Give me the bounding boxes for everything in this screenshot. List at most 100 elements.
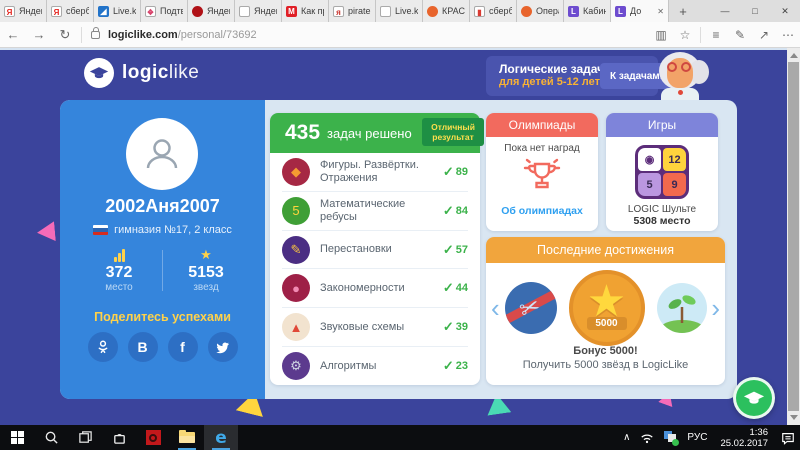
minimize-button[interactable]: — (710, 0, 740, 22)
browser-tab[interactable]: Яндекс (188, 0, 235, 22)
scroll-down-icon[interactable] (790, 415, 798, 420)
category-icon: ◆ (282, 157, 310, 186)
window-favicon (380, 5, 391, 17)
task-category-row[interactable]: 5 Математические ребусы ✓ 84 (282, 190, 468, 230)
logo-text-light: like (168, 62, 200, 83)
category-solved-count: ✓ 39 (443, 319, 468, 335)
user-school: гимназия №17, 2 класс (60, 224, 265, 236)
close-button[interactable]: ✕ (770, 0, 800, 22)
browser-tab[interactable]: L До ✕ (611, 0, 669, 22)
logiclike-page: logiclike Логические задачи для детей 5-… (0, 48, 800, 425)
tab-title: Яндекс (207, 6, 230, 16)
tab-close-icon[interactable]: ✕ (657, 7, 664, 16)
task-category-row[interactable]: ● Закономерности ✓ 44 (282, 268, 468, 307)
file-explorer-button[interactable] (170, 425, 204, 450)
task-view-icon (78, 431, 92, 443)
page-scrollbar[interactable] (787, 48, 800, 425)
task-category-row[interactable]: ▲ Звуковые схемы ✓ 39 (282, 307, 468, 346)
more-icon[interactable]: ⋯ (776, 28, 800, 42)
share-icon[interactable]: ↗ (752, 28, 776, 42)
browser-tab[interactable]: Я Яндекс (0, 0, 47, 22)
logo-text: logiclike (122, 62, 199, 84)
reading-view-icon[interactable]: ▥ (649, 28, 673, 42)
task-category-row[interactable]: ✎ Перестановки ✓ 57 (282, 229, 468, 269)
trophy-icon (523, 158, 561, 189)
category-label: Фигуры. Развёртки. Отражения (320, 158, 419, 184)
show-hidden-icons[interactable]: ∧ (618, 432, 635, 443)
maximize-button[interactable]: □ (740, 0, 770, 22)
browser-tab[interactable]: L Кабин (564, 0, 611, 22)
support-chat-button[interactable] (733, 377, 775, 419)
profile-panel: 2002Аня2007 гимназия №17, 2 класс 372 ме… (60, 100, 265, 399)
browser-tab[interactable]: Live.ka (376, 0, 423, 22)
hub-icon[interactable]: ≡ (704, 28, 728, 42)
refresh-icon[interactable]: ↻ (52, 27, 78, 43)
banner-subtitle: для детей 5-12 лет (499, 76, 600, 88)
vkontakte-icon: B (137, 339, 148, 355)
browser-tab[interactable]: я pirate's (329, 0, 376, 22)
about-olympiads-link[interactable]: Об олимпиадах (486, 205, 598, 217)
new-tab-button[interactable]: + (669, 0, 697, 22)
task-category-row[interactable]: ⚙ Алгоритмы ✓ 23 (282, 346, 468, 385)
browser-tab[interactable]: ❖ Подтв (141, 0, 188, 22)
store-bag-icon (113, 434, 125, 444)
sprout-icon (659, 295, 704, 333)
tab-title: До (630, 6, 642, 16)
check-icon: ✓ (442, 319, 454, 335)
stars-label: звезд (193, 282, 219, 293)
search-button[interactable] (34, 425, 68, 450)
scrollbar-thumb[interactable] (788, 62, 799, 411)
carousel-next-icon[interactable]: › (711, 295, 720, 321)
check-icon: ✓ (442, 163, 454, 179)
browser-tab[interactable]: M Как пр (282, 0, 329, 22)
browser-tab[interactable]: ◢ Live.ka (94, 0, 141, 22)
share-vkontakte-button[interactable]: B (127, 332, 158, 362)
banner-title: Логические задачи (499, 62, 612, 76)
share-facebook-button[interactable]: f (167, 332, 198, 362)
share-twitter-button[interactable] (207, 332, 238, 362)
divider (162, 250, 163, 291)
share-odnoklassniki-button[interactable] (87, 332, 118, 362)
schulte-cell-0: ◉ (638, 148, 661, 171)
sprout-badge[interactable] (656, 283, 707, 333)
forward-icon[interactable]: → (26, 27, 52, 42)
browser-tab[interactable]: КРАСИ (423, 0, 470, 22)
task-view-button[interactable] (68, 425, 102, 450)
logiclike-logo[interactable]: logiclike (84, 58, 199, 88)
language-indicator[interactable]: РУС (682, 432, 712, 443)
tab-title: Live.ka (113, 6, 136, 16)
tab-title: сберба (489, 6, 512, 16)
url-field[interactable]: logiclike.com/personal/73692 (108, 29, 257, 41)
start-button[interactable] (0, 425, 34, 450)
favorites-star-icon[interactable]: ☆ (673, 28, 697, 42)
store-button[interactable] (102, 425, 136, 450)
wifi-icon[interactable] (635, 431, 659, 445)
clock[interactable]: 1:36 25.02.2017 (712, 427, 776, 449)
person-icon (146, 139, 178, 169)
browser-tab[interactable]: ▮ сберба (470, 0, 517, 22)
schulte-game-icon[interactable]: ◉ 12 5 9 (635, 145, 689, 199)
tray-app-icon[interactable] (659, 431, 682, 446)
carousel-prev-icon[interactable]: ‹ (491, 295, 500, 321)
task-category-row[interactable]: ◆ Фигуры. Развёртки. Отражения ✓ 89 (282, 153, 468, 191)
stats-row: 372 место ★ 5153 звезд (60, 248, 265, 294)
scissors-badge[interactable]: ✂ (504, 282, 557, 334)
browser-tab[interactable]: Ясберб (47, 0, 94, 22)
back-icon[interactable]: ← (0, 27, 26, 42)
mail-favicon: M (286, 5, 297, 17)
browser-tab[interactable]: Яндекс (235, 0, 282, 22)
category-icon: ✎ (282, 235, 310, 264)
scroll-up-icon[interactable] (790, 53, 798, 58)
rank-stat: 372 место (84, 248, 154, 293)
edge-button[interactable]: e (204, 425, 238, 450)
browser-tab[interactable]: Опера (517, 0, 564, 22)
action-center-icon[interactable] (776, 431, 800, 445)
category-solved-count: ✓ 57 (443, 242, 468, 258)
red-app-button[interactable] (136, 425, 170, 450)
check-icon: ✓ (442, 358, 454, 374)
social-buttons: Bf (60, 332, 265, 362)
tasks-panel: 435 задач решено Отличный результат ◆ Фигу… (270, 113, 484, 385)
web-note-icon[interactable]: ✎ (728, 28, 752, 42)
bonus-5000-badge[interactable]: ★ 5000 (568, 270, 645, 346)
solved-number: 89 (455, 165, 468, 178)
